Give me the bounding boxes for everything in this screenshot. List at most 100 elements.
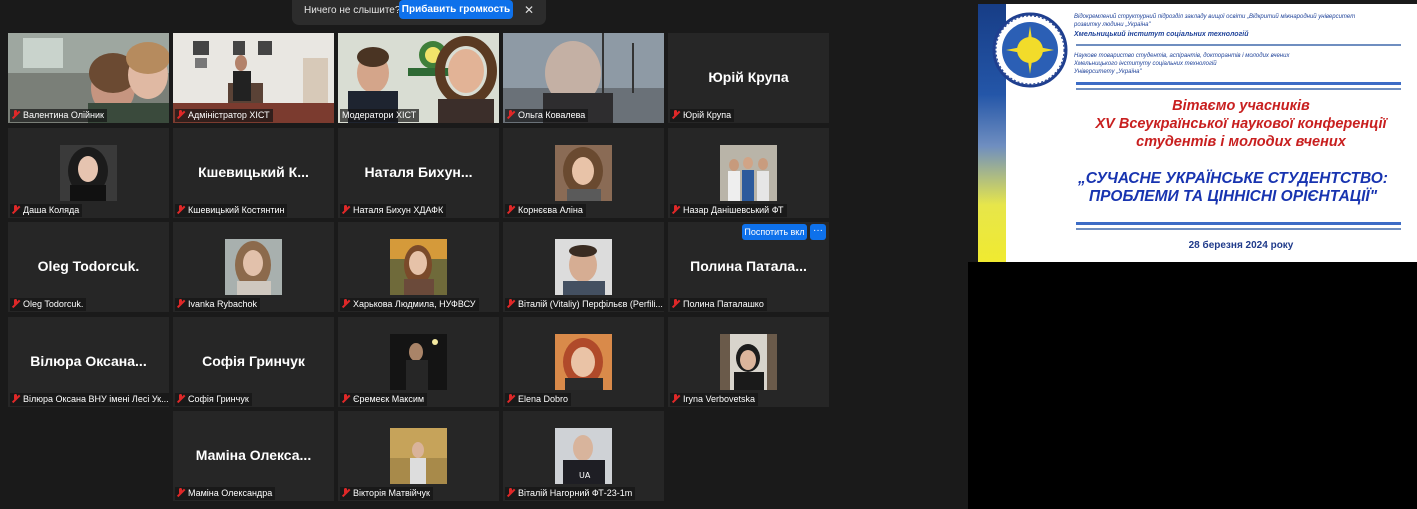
participant-tile[interactable]: UA Віталій Нагорний ФТ-23-1m	[503, 411, 664, 501]
participant-display-name: Кшевицький К...	[198, 164, 309, 180]
shared-screen-slide: Відокремлений структурний підрозділ закл…	[978, 4, 1417, 262]
participant-nameplate: Вілюра Оксана ВНУ імені Лесі Ук...	[10, 393, 169, 406]
participant-avatar	[555, 334, 612, 390]
participant-tile[interactable]: Oleg Todorcuk. Oleg Todorcuk.	[8, 222, 169, 312]
participant-tile[interactable]: Вікторія Матвійчук	[338, 411, 499, 501]
participant-tile[interactable]: Корнєєва Аліна	[503, 128, 664, 218]
slide-divider	[1076, 82, 1401, 85]
slide-header-line: Хмельницького інституту соціальних техно…	[1074, 61, 1217, 67]
notification-text: Ничего не слышите?	[304, 5, 401, 16]
participant-nameplate: Адміністратор ХІСТ	[175, 109, 273, 122]
participant-name: Ivanka Rybachok	[188, 299, 258, 309]
participant-name: Софія Гринчук	[188, 394, 249, 404]
svg-text:UA: UA	[579, 471, 591, 480]
mic-muted-icon	[672, 110, 680, 119]
participant-tile[interactable]: Назар Данішевський ФТ	[668, 128, 829, 218]
slide-greeting: Вітаємо учасників	[1172, 98, 1310, 114]
participant-tile[interactable]: Харькова Людмила, НУФВСУ	[338, 222, 499, 312]
participant-nameplate: Назар Данішевський ФТ	[670, 204, 787, 217]
participant-nameplate: Oleg Todorcuk.	[10, 298, 87, 311]
participant-avatar	[390, 334, 447, 390]
slide-header-line: Хмельницький інститут соціальних техноло…	[1074, 31, 1249, 38]
participant-avatar	[720, 145, 777, 201]
participant-nameplate: Віталій (Vitaliy) Перфільєв (Perfili...	[505, 298, 664, 311]
participant-display-name: Маміна Олекса...	[195, 447, 312, 463]
participant-tile[interactable]: Єремеєк Максим	[338, 317, 499, 407]
participant-nameplate: Харькова Людмила, НУФВСУ	[340, 298, 479, 311]
participant-nameplate: Маміна Олександра	[175, 487, 276, 500]
slide-header-line: Відокремлений структурний підрозділ закл…	[1074, 14, 1356, 20]
participant-tile[interactable]: Iryna Verbovetska	[668, 317, 829, 407]
participant-tile[interactable]: Софія Гринчук Софія Гринчук	[173, 317, 334, 407]
participant-name: Ольга Ковалева	[518, 110, 586, 120]
participant-tile[interactable]: Ivanka Rybachok	[173, 222, 334, 312]
participant-name: Наталя Бихун ХДАФК	[353, 205, 444, 215]
increase-volume-button[interactable]: Прибавить громкость	[399, 0, 513, 19]
participant-tile[interactable]: Віталій (Vitaliy) Перфільєв (Perfili...	[503, 222, 664, 312]
participant-name: Назар Данішевський ФТ	[683, 205, 784, 215]
participant-name: Модератори ХІСТ	[342, 110, 417, 120]
slide-theme: „СУЧАСНЕ УКРАЇНСЬКЕ СТУДЕНТСТВО:	[1078, 170, 1388, 187]
more-options-button[interactable]: ···	[810, 224, 826, 240]
slide-divider	[1076, 44, 1401, 46]
mic-muted-icon	[177, 205, 185, 214]
participant-tile[interactable]: Кшевицький К... Кшевицький Костянтин	[173, 128, 334, 218]
participant-tile[interactable]: Даша Коляда	[8, 128, 169, 218]
participant-name: Полина Паталашко	[683, 299, 764, 309]
participant-display-name: Наталя Бихун...	[364, 164, 473, 180]
participant-avatar	[390, 428, 447, 484]
participant-name: Вілюра Оксана ВНУ імені Лесі Ук...	[23, 394, 169, 404]
slide-theme: ПРОБЛЕМИ ТА ЦІННІСНІ ОРІЄНТАЦІЇ"	[1088, 188, 1378, 205]
mic-muted-icon	[507, 488, 515, 497]
participant-display-name: Юрій Крупа	[708, 69, 789, 85]
slide-greeting: студентів і молодих вчених	[1136, 134, 1346, 150]
participant-nameplate: Elena Dobro	[505, 393, 572, 406]
participant-tile[interactable]: Вілюра Оксана... Вілюра Оксана ВНУ імені…	[8, 317, 169, 407]
participant-name: Маміна Олександра	[188, 488, 273, 498]
participant-tile[interactable]: Юрій Крупа Юрій Крупа	[668, 33, 829, 123]
participant-nameplate: Софія Гринчук	[175, 393, 252, 406]
mic-muted-icon	[507, 110, 515, 119]
participant-nameplate: Кшевицький Костянтин	[175, 204, 288, 217]
mic-muted-icon	[342, 299, 350, 308]
participant-nameplate: Юрій Крупа	[670, 109, 735, 122]
participant-name: Корнєєва Аліна	[518, 205, 583, 215]
video-gallery: Ничего не слышите? Прибавить громкость ✕…	[0, 0, 968, 509]
participant-tile[interactable]: Наталя Бихун... Наталя Бихун ХДАФК	[338, 128, 499, 218]
close-icon[interactable]: ✕	[522, 3, 536, 17]
participant-nameplate: Полина Паталашко	[670, 298, 767, 311]
mic-muted-icon	[507, 299, 515, 308]
spotlight-button[interactable]: Поспотить вкл	[742, 224, 807, 240]
participant-nameplate: Наталя Бихун ХДАФК	[340, 204, 447, 217]
mic-muted-icon	[177, 299, 185, 308]
participant-nameplate: Корнєєва Аліна	[505, 204, 586, 217]
participant-tile-active-speaker[interactable]: Модератори ХІСТ	[338, 33, 499, 123]
slide-divider	[1076, 88, 1401, 90]
participant-name: Elena Dobro	[518, 394, 569, 404]
participant-display-name: Вілюра Оксана...	[30, 353, 147, 369]
participant-tile[interactable]: Маміна Олекса... Маміна Олександра	[173, 411, 334, 501]
mic-muted-icon	[672, 394, 680, 403]
participant-nameplate: Ivanka Rybachok	[175, 298, 261, 311]
slide-date: 28 березня 2024 року	[1188, 240, 1294, 251]
participant-tile[interactable]: Валентина Олійник	[8, 33, 169, 123]
participant-tile[interactable]: Ольга Ковалева	[503, 33, 664, 123]
participant-avatar	[720, 334, 777, 390]
participant-avatar	[555, 145, 612, 201]
mic-muted-icon	[177, 110, 185, 119]
mic-muted-icon	[177, 488, 185, 497]
screen-share-background	[968, 262, 1417, 509]
participant-name: Iryna Verbovetska	[683, 394, 756, 404]
participant-avatar	[225, 239, 282, 295]
participant-tile[interactable]: Адміністратор ХІСТ	[173, 33, 334, 123]
slide-header-line: Наукове товариство студентів, аспірантів…	[1074, 53, 1290, 59]
participant-tile[interactable]: Elena Dobro	[503, 317, 664, 407]
mic-muted-icon	[12, 394, 20, 403]
audio-notification: Ничего не слышите? Прибавить громкость ✕	[292, 0, 546, 25]
participant-name: Віталій Нагорний ФТ-23-1m	[518, 488, 633, 498]
mic-muted-icon	[12, 205, 20, 214]
participant-nameplate: Ольга Ковалева	[505, 109, 589, 122]
mic-muted-icon	[342, 394, 350, 403]
participant-nameplate: Єремеєк Максим	[340, 393, 428, 406]
participant-nameplate: Модератори ХІСТ	[340, 109, 420, 122]
